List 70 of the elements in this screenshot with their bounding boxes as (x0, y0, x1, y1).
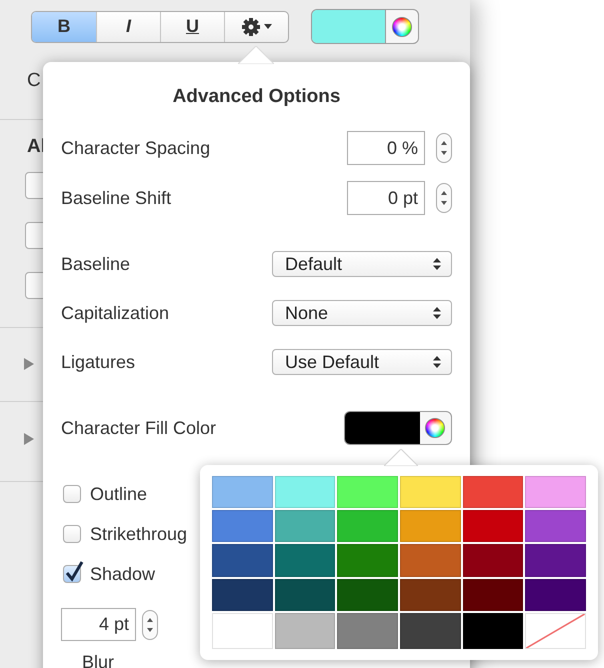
color-swatch[interactable] (337, 578, 398, 611)
color-swatch[interactable] (400, 612, 461, 649)
bold-button[interactable]: B (32, 12, 96, 42)
checkbox-label: Shadow (90, 564, 156, 584)
color-swatch[interactable] (337, 544, 398, 577)
color-swatch[interactable] (462, 544, 524, 577)
color-swatch[interactable] (212, 476, 273, 508)
up-down-arrows-icon (146, 616, 154, 634)
field-label: Ligatures (61, 352, 136, 372)
caret-icon (264, 24, 272, 29)
color-wheel-icon (392, 16, 412, 36)
color-swatch[interactable] (525, 578, 586, 611)
color-swatch[interactable] (400, 476, 461, 508)
input-field[interactable]: 4 pt (61, 608, 136, 641)
gear-icon (241, 16, 261, 36)
color-swatch[interactable] (462, 612, 524, 649)
up-down-arrows-icon (433, 356, 441, 368)
text-color-well[interactable] (311, 9, 419, 44)
color-swatch[interactable] (274, 578, 336, 611)
color-swatch[interactable] (337, 476, 398, 508)
checkbox-label: Strikethroug (90, 524, 188, 544)
color-swatch[interactable] (462, 476, 524, 508)
checkbox[interactable] (63, 485, 81, 503)
checkbox-label: Outline (90, 484, 148, 504)
stepper-button[interactable] (436, 133, 452, 163)
color-wheel-icon (425, 418, 446, 438)
up-down-arrows-icon (440, 139, 448, 157)
up-down-arrows-icon (433, 258, 441, 270)
color-swatch[interactable] (212, 612, 273, 649)
color-swatch[interactable] (525, 476, 586, 508)
color-swatch[interactable] (337, 612, 398, 649)
field-caption: Blur (82, 652, 114, 668)
stepper-button[interactable] (436, 183, 452, 213)
color-swatch[interactable] (337, 510, 398, 542)
color-swatch[interactable] (400, 544, 461, 577)
disclosure-triangle-icon[interactable] (24, 358, 34, 370)
color-swatch[interactable] (212, 544, 273, 577)
color-swatch[interactable] (274, 612, 336, 649)
color-swatch[interactable] (525, 510, 586, 542)
popup-button[interactable]: Default (272, 251, 452, 277)
fill-color-well[interactable] (344, 411, 452, 445)
color-swatch[interactable] (462, 510, 524, 542)
field-label: Character Spacing (61, 138, 210, 158)
color-swatch[interactable] (525, 544, 586, 577)
popup-button[interactable]: None (272, 300, 452, 326)
field-label: Baseline (61, 254, 130, 274)
color-swatch[interactable] (462, 578, 524, 611)
field-label: Capitalization (61, 302, 170, 324)
italic-button[interactable]: I (96, 12, 160, 42)
input-field[interactable]: 0 % (347, 131, 425, 165)
color-swatch[interactable] (400, 510, 461, 542)
underline-button[interactable]: U (160, 12, 224, 42)
popover-title: Advanced Options (172, 86, 342, 108)
color-swatch[interactable] (400, 578, 461, 611)
field-label: Character Fill Color (61, 418, 216, 438)
color-swatch[interactable] (274, 510, 336, 542)
field-label: Baseline Shift (61, 188, 172, 208)
popup-button[interactable]: Use Default (272, 349, 452, 375)
disclosure-triangle-icon[interactable] (24, 433, 34, 445)
no-color-swatch[interactable] (525, 612, 586, 649)
section-label: C (27, 70, 41, 91)
color-swatch[interactable] (212, 578, 273, 611)
input-field[interactable]: 0 pt (347, 181, 425, 215)
stepper-button[interactable] (142, 610, 158, 640)
color-swatch[interactable] (274, 544, 336, 577)
color-swatch[interactable] (274, 476, 336, 508)
up-down-arrows-icon (440, 189, 448, 207)
up-down-arrows-icon (433, 307, 441, 319)
checkbox[interactable] (63, 525, 81, 543)
color-swatch[interactable] (212, 510, 273, 542)
